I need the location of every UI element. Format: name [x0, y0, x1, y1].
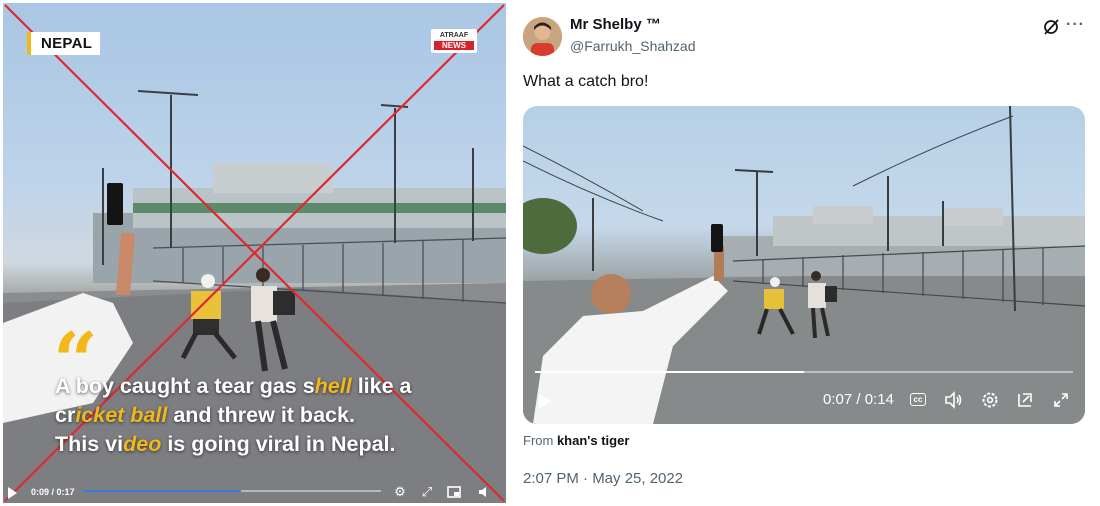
- play-icon[interactable]: [8, 487, 17, 499]
- display-name[interactable]: Mr Shelby ™: [570, 16, 661, 33]
- user-handle[interactable]: @Farrukh_Shahzad: [570, 38, 696, 54]
- pop-out-icon[interactable]: [1015, 390, 1035, 410]
- captions-icon[interactable]: cc: [908, 390, 928, 410]
- progress-fill: [535, 371, 804, 373]
- expand-icon[interactable]: [1051, 390, 1071, 410]
- caption-text: and threw it back.: [167, 403, 355, 427]
- settings-icon[interactable]: [980, 390, 1000, 410]
- fact-check-video[interactable]: NEPAL ATRAAF NEWS “ A boy caught a tear …: [3, 3, 506, 503]
- video-frame-right: [523, 106, 1085, 424]
- caption-highlight: icket ball: [75, 403, 168, 427]
- video-source[interactable]: From khan's tiger: [523, 433, 629, 448]
- caption-line: This video is going viral in Nepal.: [55, 430, 495, 459]
- caption-text: is going viral in Nepal.: [161, 432, 396, 456]
- channel-logo: ATRAAF NEWS: [431, 29, 477, 53]
- pip-icon[interactable]: [447, 485, 461, 499]
- video-caption: A boy caught a tear gas shell like a cric…: [55, 372, 495, 459]
- caption-highlight: hell: [314, 374, 352, 398]
- video-time: 0:07 / 0:14: [823, 391, 894, 408]
- fullscreen-icon[interactable]: ⤢: [420, 485, 434, 499]
- volume-icon[interactable]: [943, 390, 963, 410]
- more-icon[interactable]: ···: [1066, 16, 1085, 34]
- caption-highlight: deo: [123, 432, 162, 456]
- tweet-card: Mr Shelby ™ @Farrukh_Shahzad ··· What a …: [506, 0, 1100, 506]
- caption-line: A boy caught a tear gas shell like a: [55, 372, 495, 401]
- tweet-video[interactable]: 0:07 / 0:14 cc: [523, 106, 1085, 424]
- volume-icon[interactable]: [477, 485, 491, 499]
- settings-icon[interactable]: ⚙: [393, 485, 407, 499]
- caption-text: like a: [351, 374, 412, 398]
- tweet-text: What a catch bro!: [523, 73, 649, 90]
- caption-text: A boy caught a tear gas s: [55, 374, 315, 398]
- caption-text: cr: [55, 403, 76, 427]
- progress-bar[interactable]: [83, 490, 381, 492]
- tweet-timestamp[interactable]: 2:07 PM · May 25, 2022: [523, 470, 683, 487]
- location-tag: NEPAL: [27, 32, 101, 55]
- video-time: 0:09 / 0:17: [31, 487, 75, 497]
- caption-text: This vi: [55, 432, 124, 456]
- caption-line: cricket ball and threw it back.: [55, 401, 495, 430]
- play-icon[interactable]: [539, 393, 551, 409]
- progress-fill: [83, 490, 241, 492]
- progress-bar[interactable]: [535, 371, 1073, 373]
- video-controls: 0:09 / 0:17 ⚙ ⤢: [3, 481, 506, 503]
- grok-icon[interactable]: [1042, 18, 1060, 36]
- avatar[interactable]: [523, 17, 562, 56]
